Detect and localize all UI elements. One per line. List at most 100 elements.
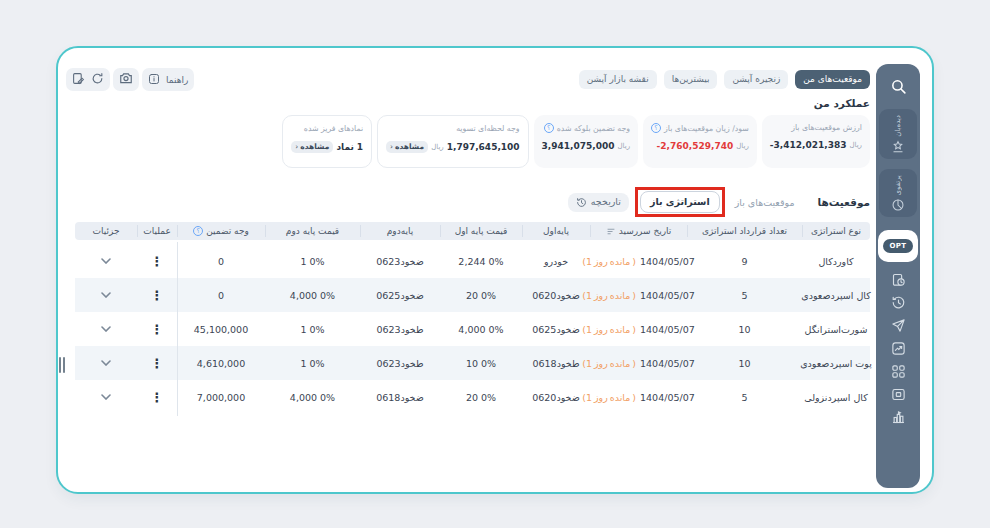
stat-card-4: نمادهای فریز شدهنماد1›مشاهده bbox=[282, 115, 372, 168]
stat-value: -3,412,021,383 bbox=[770, 140, 847, 150]
view-button[interactable]: ›مشاهده bbox=[291, 141, 333, 153]
journal-edit-icon[interactable] bbox=[72, 70, 85, 89]
stat-value: نماد1 bbox=[336, 142, 363, 152]
column-header-5[interactable]: پایه‌دوم bbox=[360, 222, 440, 240]
cell-strategy-type: شورت‌استرانگل bbox=[802, 324, 870, 335]
stat-card-0: ارزش موقعیت‌های بازریال-3,412,021,383 bbox=[762, 115, 870, 168]
cell-base2: ضخود0623 bbox=[360, 256, 440, 267]
cell-strategy-type: کال اسپردصعودی bbox=[802, 290, 870, 301]
refresh-icon[interactable] bbox=[91, 70, 104, 89]
column-header-2[interactable]: تاریخ سررسید bbox=[590, 222, 687, 240]
sidebar-active-item[interactable]: OPT bbox=[878, 230, 918, 262]
table-row-1: کال اسپردصعودی51404/05/07(ماندهروز1)ضخود… bbox=[75, 278, 870, 312]
top-tab-3[interactable]: نقشه بازار آپشن bbox=[579, 70, 657, 89]
stat-card-2: وجه تضمین بلوکه شده؟ریال3,941,075,000 bbox=[534, 115, 638, 168]
cell-base2-price: 1 0% bbox=[265, 256, 360, 267]
cell-base1: ضخود0620 bbox=[522, 392, 590, 403]
cell-contract-count: 5 bbox=[687, 392, 802, 403]
sort-icon bbox=[606, 227, 616, 236]
cell-operations: ⋮ bbox=[137, 289, 177, 302]
cell-details bbox=[75, 326, 137, 332]
column-header-9[interactable]: جزئیات bbox=[75, 222, 137, 240]
kebab-menu-icon[interactable]: ⋮ bbox=[151, 391, 164, 404]
column-header-6[interactable]: قیمت پایه دوم bbox=[265, 222, 360, 240]
sidebar-item-chart-box[interactable] bbox=[891, 341, 906, 356]
stat-value: -2,760,529,740 bbox=[657, 141, 734, 151]
kebab-menu-icon[interactable]: ⋮ bbox=[151, 255, 164, 268]
opt-badge: OPT bbox=[883, 239, 912, 253]
cell-base2-price: 1 0% bbox=[265, 358, 360, 369]
question-info-icon[interactable]: ؟ bbox=[651, 123, 661, 133]
positions-title: موقعیت‌ها bbox=[817, 196, 870, 208]
table-row-3: پوت اسپردصعودی101404/05/07(ماندهروز1)طخو… bbox=[75, 346, 870, 380]
positions-tab-1[interactable]: استراتژی باز bbox=[640, 191, 720, 213]
cell-details bbox=[75, 258, 137, 264]
question-info-icon[interactable]: ؟ bbox=[544, 123, 554, 133]
cell-base1-price: 20 0% bbox=[440, 290, 522, 301]
sidebar-item-grid[interactable] bbox=[891, 364, 906, 379]
cell-base1: خودرو bbox=[522, 256, 590, 267]
kebab-menu-icon[interactable]: ⋮ bbox=[151, 289, 164, 302]
chevron-down-icon[interactable] bbox=[101, 326, 111, 332]
cell-operations: ⋮ bbox=[137, 323, 177, 336]
top-tab-2[interactable]: بیشترین‌ها bbox=[664, 70, 718, 89]
column-header-3[interactable]: پایه‌اول bbox=[522, 222, 590, 240]
sidebar-tab-1[interactable]: پرتفوی bbox=[879, 169, 917, 217]
performance-title: عملکرد من bbox=[814, 97, 870, 109]
help-button[interactable]: راهنما bbox=[142, 68, 194, 91]
top-tabs: موقعیت‌های من زنجیره آپشن بیشترین‌ها نقشه ب… bbox=[579, 70, 870, 89]
chevron-down-icon[interactable] bbox=[101, 360, 111, 366]
cell-margin: 7,000,000 bbox=[177, 392, 265, 403]
cell-base1-price: 10 0% bbox=[440, 358, 522, 369]
cell-strategy-type: پوت اسپردصعودی bbox=[802, 358, 870, 369]
cell-base1: طخود0618 bbox=[522, 358, 590, 369]
sidebar-item-podium[interactable] bbox=[891, 410, 906, 425]
screenshot-button[interactable] bbox=[113, 68, 139, 91]
cell-base1-price: 2,244 0% bbox=[440, 256, 522, 267]
resize-handle[interactable] bbox=[59, 357, 65, 373]
chevron-down-icon[interactable] bbox=[101, 258, 111, 264]
column-header-4[interactable]: قیمت پایه اول bbox=[440, 222, 522, 240]
cell-due-date: 1404/05/07(ماندهروز1) bbox=[590, 358, 687, 369]
chevron-down-icon[interactable] bbox=[101, 394, 111, 400]
top-tab-1[interactable]: زنجیره آپشن bbox=[724, 70, 788, 89]
kebab-menu-icon[interactable]: ⋮ bbox=[151, 357, 164, 370]
column-header-1[interactable]: تعداد قرارداد استراتژی bbox=[687, 222, 802, 240]
chevron-icon: › bbox=[390, 143, 393, 151]
question-info-icon[interactable]: ؟ bbox=[193, 226, 203, 236]
stat-value: 3,941,075,000 bbox=[542, 141, 615, 151]
strategies-table: نوع استراتژیتعداد قرارداد استراتژیتاریخ … bbox=[75, 222, 870, 414]
table-row-2: شورت‌استرانگل101404/05/07(ماندهروز1)ضخود… bbox=[75, 312, 870, 346]
watchlist-icon bbox=[891, 140, 905, 154]
view-button[interactable]: ›مشاهده bbox=[386, 141, 428, 153]
clipboard-clock-icon bbox=[891, 272, 906, 287]
top-tab-0[interactable]: موقعیت‌های من bbox=[795, 70, 870, 89]
sidebar-item-clipboard-clock[interactable] bbox=[891, 272, 906, 287]
sidebar-item-send[interactable] bbox=[891, 318, 906, 333]
kebab-menu-icon[interactable]: ⋮ bbox=[151, 323, 164, 336]
search-icon[interactable] bbox=[890, 78, 907, 99]
toolbar-left: راهنما bbox=[66, 68, 194, 91]
camera-icon bbox=[119, 70, 133, 89]
stat-label: سود/ زیان موقعیت‌های باز bbox=[664, 124, 749, 133]
sidebar-tab-0[interactable]: دیده‌بان bbox=[879, 109, 917, 159]
pie-icon bbox=[891, 198, 905, 212]
highlight-annotation bbox=[635, 187, 725, 217]
currency-unit: ریال bbox=[618, 142, 631, 150]
panel-tools-button[interactable] bbox=[66, 68, 110, 91]
stat-label: ارزش موقعیت‌های باز bbox=[791, 123, 862, 132]
positions-tab-0[interactable]: موقعیت‌های باز bbox=[735, 197, 795, 208]
column-header-7[interactable]: وجه تضمین؟ bbox=[177, 222, 265, 240]
cell-base2: ضخود0625 bbox=[360, 290, 440, 301]
table-header: نوع استراتژیتعداد قرارداد استراتژیتاریخ … bbox=[75, 222, 870, 240]
sidebar-item-history-clock[interactable] bbox=[891, 295, 906, 310]
sidebar-item-screen[interactable] bbox=[891, 387, 906, 402]
cell-due-date: 1404/05/07(ماندهروز1) bbox=[590, 324, 687, 335]
positions-tab-2[interactable]: تاریخچه bbox=[568, 193, 629, 212]
chevron-down-icon[interactable] bbox=[101, 292, 111, 298]
cell-contract-count: 9 bbox=[687, 256, 802, 267]
positions-tabs-row: موقعیت‌ها موقعیت‌های باز استراتژی باز تاری… bbox=[568, 187, 870, 217]
table-column-divider bbox=[177, 242, 178, 416]
column-header-0[interactable]: نوع استراتژی bbox=[802, 222, 870, 240]
column-header-8[interactable]: عملیات bbox=[137, 222, 177, 240]
